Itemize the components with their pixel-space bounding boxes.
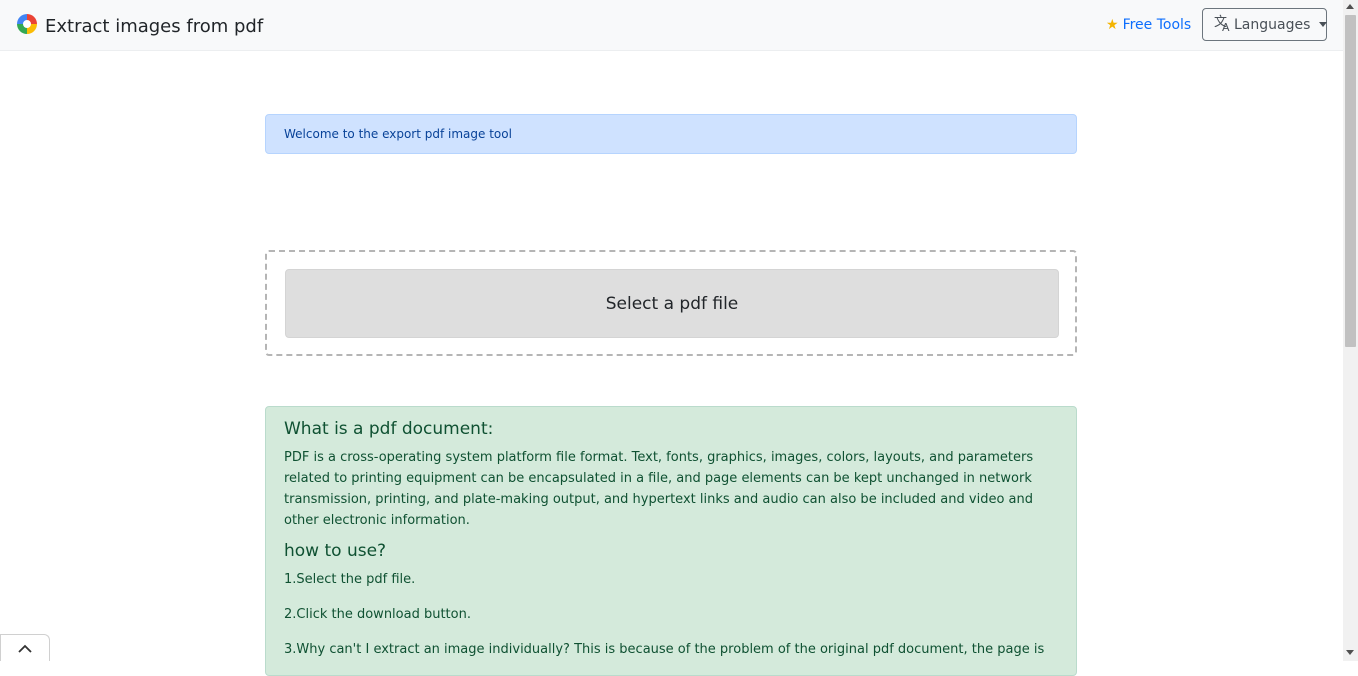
page-title: Extract images from pdf: [45, 15, 264, 37]
select-pdf-button[interactable]: Select a pdf file: [285, 269, 1059, 338]
svg-text:A: A: [1222, 21, 1230, 32]
welcome-alert: Welcome to the export pdf image tool: [265, 114, 1077, 154]
scrollbar[interactable]: [1343, 0, 1358, 661]
languages-label: Languages: [1234, 16, 1311, 33]
logo-icon: [16, 13, 38, 39]
upload-dropzone[interactable]: Select a pdf file: [265, 250, 1077, 356]
free-tools-label: Free Tools: [1122, 17, 1192, 33]
info-heading-how-to-use: how to use?: [284, 541, 387, 561]
info-panel: What is a pdf document: PDF is a cross-o…: [265, 406, 1077, 676]
select-pdf-label: Select a pdf file: [605, 293, 739, 314]
welcome-text: Welcome to the export pdf image tool: [284, 127, 512, 141]
scroll-down-icon[interactable]: [1346, 650, 1354, 655]
list-item: 2.Click the download button.: [284, 607, 471, 622]
back-to-top-button[interactable]: [0, 634, 50, 661]
brand[interactable]: Extract images from pdf: [16, 13, 263, 39]
list-item: 3.Why can't I extract an image individua…: [284, 642, 1045, 657]
languages-dropdown[interactable]: 文 A Languages: [1202, 8, 1328, 41]
free-tools-link[interactable]: ★ Free Tools: [1106, 17, 1191, 33]
chevron-up-icon: [18, 639, 32, 658]
scrollbar-thumb[interactable]: [1345, 15, 1356, 347]
scroll-up-icon[interactable]: [1346, 4, 1354, 9]
star-icon: ★: [1106, 17, 1119, 33]
chevron-down-icon: [1319, 22, 1328, 27]
translate-icon: 文 A: [1214, 14, 1234, 36]
navbar: Extract images from pdf ★ Free Tools 文 A…: [0, 0, 1343, 51]
list-item: 1.Select the pdf file.: [284, 572, 416, 587]
info-description: PDF is a cross-operating system platform…: [284, 450, 1034, 528]
info-heading-pdf: What is a pdf document:: [284, 419, 494, 439]
